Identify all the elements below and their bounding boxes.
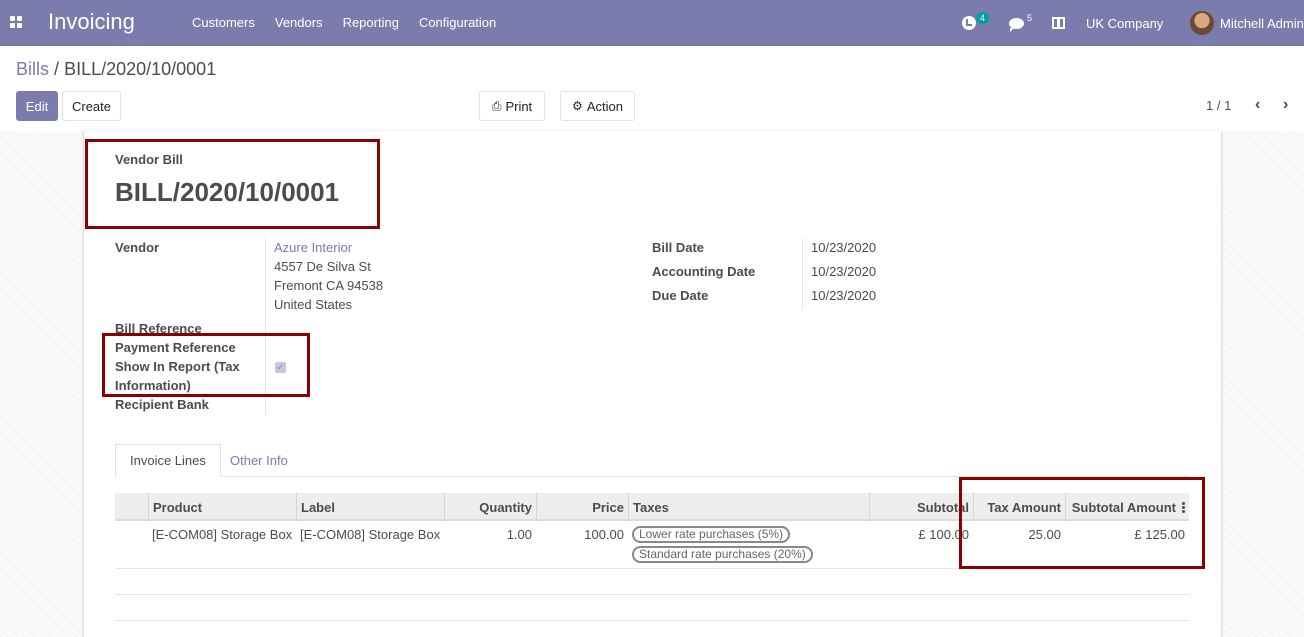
breadcrumb-separator: / bbox=[54, 59, 60, 79]
apps-menu-icon[interactable] bbox=[10, 16, 22, 28]
user-menu[interactable]: Mitchell Admin bbox=[1190, 0, 1304, 46]
highlight-box bbox=[85, 139, 380, 229]
vendor-address-line: Fremont CA 94538 bbox=[274, 278, 384, 293]
messaging-menu[interactable]: 5 bbox=[1009, 0, 1032, 46]
column-product[interactable]: Product bbox=[148, 493, 296, 521]
menu-customers[interactable]: Customers bbox=[192, 15, 255, 30]
cell-product: [E-COM08] Storage Box bbox=[152, 527, 293, 542]
column-label[interactable]: Label bbox=[296, 493, 444, 521]
tab-invoice-lines[interactable]: Invoice Lines bbox=[115, 444, 221, 477]
row-divider bbox=[115, 620, 1190, 621]
accounting-date-value: 10/23/2020 bbox=[811, 264, 877, 279]
action-button[interactable]: ⚙ Action bbox=[560, 91, 635, 121]
column-price[interactable]: Price bbox=[536, 493, 628, 521]
cell-label: [E-COM08] Storage Box bbox=[300, 527, 441, 542]
cell-subtotal: £ 100.00 bbox=[918, 527, 969, 542]
breadcrumb-bills[interactable]: Bills bbox=[16, 59, 49, 79]
bill-date-label: Bill Date bbox=[652, 240, 705, 255]
cell-price: 100.00 bbox=[584, 527, 624, 542]
due-date-value: 10/23/2020 bbox=[811, 288, 877, 303]
company-switcher[interactable]: UK Company bbox=[1086, 0, 1163, 46]
gear-icon: ⚙ bbox=[572, 99, 583, 113]
chevron-right-icon[interactable]: › bbox=[1283, 96, 1288, 114]
accounting-date-label: Accounting Date bbox=[652, 264, 756, 279]
due-date-label: Due Date bbox=[652, 288, 709, 303]
vendor-address-line: 4557 De Silva St bbox=[274, 259, 371, 274]
cell-quantity: 1.00 bbox=[506, 527, 532, 542]
highlight-box bbox=[959, 477, 1205, 569]
vendor-address-line: United States bbox=[274, 297, 353, 312]
column-taxes[interactable]: Taxes bbox=[628, 493, 869, 521]
breadcrumb-current: BILL/2020/10/0001 bbox=[64, 59, 217, 79]
vendor-link[interactable]: Azure Interior bbox=[274, 240, 352, 255]
column-quantity[interactable]: Quantity bbox=[444, 493, 536, 521]
tax-tag: Standard rate purchases (20%) bbox=[632, 546, 813, 563]
avatar bbox=[1190, 11, 1214, 35]
row-divider bbox=[115, 594, 1190, 595]
printer-icon: ⎙ bbox=[491, 98, 502, 113]
chevron-left-icon[interactable]: ‹ bbox=[1255, 96, 1260, 114]
notebook-tabs: Invoice Lines Other Info bbox=[115, 444, 1190, 477]
bill-date-value: 10/23/2020 bbox=[811, 240, 877, 255]
print-button[interactable]: ⎙ Print bbox=[479, 91, 545, 121]
message-counter: 5 bbox=[1027, 13, 1033, 23]
column-subtotal[interactable]: Subtotal bbox=[869, 493, 973, 521]
top-menu: Customers Vendors Reporting Configuratio… bbox=[182, 15, 506, 30]
tab-other-info[interactable]: Other Info bbox=[216, 444, 302, 477]
gift-icon bbox=[1052, 17, 1065, 29]
clock-icon bbox=[962, 16, 976, 30]
action-label: Action bbox=[586, 98, 623, 114]
gift-menu[interactable] bbox=[1052, 0, 1065, 46]
create-button[interactable]: Create bbox=[62, 91, 121, 121]
highlight-box bbox=[102, 333, 310, 397]
activity-counter: 4 bbox=[976, 12, 990, 24]
menu-configuration[interactable]: Configuration bbox=[419, 15, 496, 30]
app-title[interactable]: Invoicing bbox=[48, 9, 135, 35]
vendor-label: Vendor bbox=[115, 240, 160, 255]
edit-button[interactable]: Edit bbox=[16, 91, 58, 121]
print-label: Print bbox=[505, 98, 533, 114]
menu-vendors[interactable]: Vendors bbox=[275, 15, 323, 30]
tax-tag: Lower rate purchases (5%) bbox=[632, 526, 791, 543]
activity-menu[interactable]: 4 bbox=[962, 0, 990, 46]
pager-value: 1 / 1 bbox=[1206, 98, 1232, 113]
user-name: Mitchell Admin bbox=[1220, 15, 1304, 31]
breadcrumb: Bills / BILL/2020/10/0001 bbox=[16, 59, 216, 80]
recipient-bank-label: Recipient Bank bbox=[115, 397, 209, 412]
menu-reporting[interactable]: Reporting bbox=[343, 15, 399, 30]
chat-icon bbox=[1009, 17, 1024, 32]
top-navbar: Invoicing Customers Vendors Reporting Co… bbox=[0, 0, 1304, 46]
field-separator bbox=[802, 238, 803, 310]
